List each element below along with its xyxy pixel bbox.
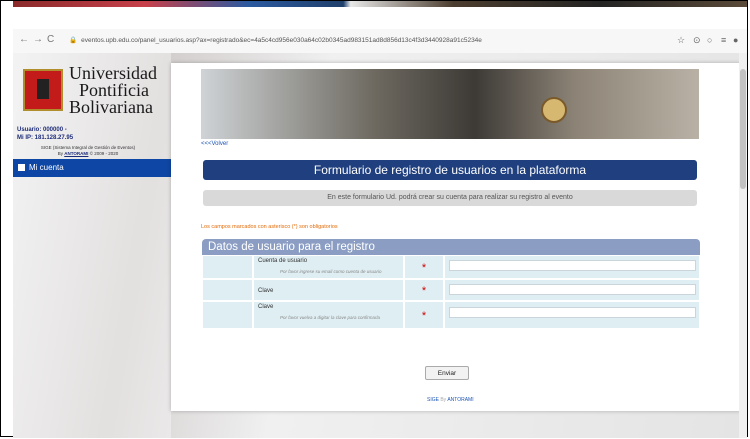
browser-window: ← → C 🔒 eventos.upb.edu.co/panel_usuarios… xyxy=(13,29,747,438)
crest-icon xyxy=(23,69,63,111)
main-content-card: <<<Volver Formulario de registro de usua… xyxy=(171,63,741,411)
field-hint: Por favor ingrese su email como cuenta d… xyxy=(280,269,382,274)
footer-credit: SIGE By ANTORAMI xyxy=(427,397,474,403)
sige-credit: SIGE (Sistema Integral de Gestión de Eve… xyxy=(13,145,163,157)
required-asterisk: * xyxy=(404,301,444,329)
required-asterisk: * xyxy=(404,279,444,301)
background-photo-strip xyxy=(13,1,747,7)
row-spacer xyxy=(202,279,253,301)
field-input-cell xyxy=(444,279,700,301)
hero-image xyxy=(201,69,699,139)
left-sidebar: Universidad Pontificia Bolivariana Usuar… xyxy=(13,53,171,438)
watch-icon xyxy=(541,97,567,123)
menu-item-mi-cuenta[interactable]: Mi cuenta xyxy=(13,159,171,177)
profile-avatar-icon[interactable]: ● xyxy=(733,35,738,45)
arrow-left-icon[interactable]: ← xyxy=(19,34,29,45)
field-label-cell: Clave xyxy=(253,279,404,301)
form-title: Formulario de registro de usuarios en la… xyxy=(203,160,697,180)
url-text: eventos.upb.edu.co/panel_usuarios.asp?ax… xyxy=(81,37,482,44)
field-input-cell xyxy=(444,255,700,279)
footer-by: By xyxy=(440,397,447,403)
university-logo[interactable]: Universidad Pontificia Bolivariana xyxy=(23,63,171,121)
field-label: Clave xyxy=(258,288,274,294)
user-info: Usuario: 000000 - Mi IP: 181.128.27.95 xyxy=(17,126,73,142)
extensions-menu-icon[interactable]: ≡ xyxy=(721,35,726,45)
field-label-cell: Clave Por favor vuelva a digitar la clav… xyxy=(253,301,404,329)
page-scrollbar[interactable] xyxy=(739,53,747,438)
cuenta-usuario-input[interactable] xyxy=(449,260,696,271)
sige-author-link[interactable]: ANTORAMI xyxy=(64,151,88,156)
row-spacer xyxy=(202,255,253,279)
field-label: Cuenta de usuario xyxy=(258,258,308,264)
footer-sige-link[interactable]: SIGE xyxy=(427,397,439,403)
form-row-cuenta: Cuenta de usuario Por favor ingrese su e… xyxy=(202,255,700,279)
sige-by: By xyxy=(57,151,63,156)
clave-input[interactable] xyxy=(449,284,696,295)
enviar-button[interactable]: Enviar xyxy=(425,366,469,380)
form-info: En este formulario Ud. podrá crear su cu… xyxy=(203,190,697,206)
logo-text: Universidad Pontificia Bolivariana xyxy=(69,64,157,117)
required-note: Los campos marcados con asterisco (*) so… xyxy=(201,224,338,230)
browser-toolbar: ← → C 🔒 eventos.upb.edu.co/panel_usuarios… xyxy=(13,29,747,54)
field-input-cell xyxy=(444,301,700,329)
menu-item-label: Mi cuenta xyxy=(29,163,64,172)
row-spacer xyxy=(202,301,253,329)
required-asterisk: * xyxy=(404,255,444,279)
web-page: Universidad Pontificia Bolivariana Usuar… xyxy=(13,53,747,438)
star-icon[interactable]: ☆ xyxy=(677,35,685,46)
screenshot-frame: ← → C 🔒 eventos.upb.edu.co/panel_usuarios… xyxy=(0,0,748,438)
back-link[interactable]: <<<Volver xyxy=(201,141,228,147)
extension-icon[interactable]: ⊙ xyxy=(693,35,701,46)
arrow-right-icon[interactable]: → xyxy=(33,34,43,45)
section-header: Datos de usuario para el registro xyxy=(202,239,700,255)
field-label-cell: Cuenta de usuario Por favor ingrese su e… xyxy=(253,255,404,279)
field-label: Clave xyxy=(258,304,274,310)
lock-icon: 🔒 xyxy=(69,37,78,44)
confirmar-clave-input[interactable] xyxy=(449,307,696,318)
scrollbar-thumb[interactable] xyxy=(740,69,746,189)
reload-icon[interactable]: C xyxy=(47,34,54,45)
form-row-confirmar-clave: Clave Por favor vuelva a digitar la clav… xyxy=(202,301,700,329)
address-bar[interactable]: 🔒 eventos.upb.edu.co/panel_usuarios.asp?a… xyxy=(69,34,629,48)
user-icon xyxy=(18,164,25,171)
form-row-clave: Clave * xyxy=(202,279,700,301)
user-ip: Mi IP: 181.128.27.95 xyxy=(17,135,74,141)
footer-author-link[interactable]: ANTORAMI xyxy=(447,397,473,403)
user-id: Usuario: 000000 - xyxy=(17,127,67,133)
field-hint: Por favor vuelva a digitar la clave para… xyxy=(280,315,381,320)
extension-icon[interactable]: ○ xyxy=(707,35,712,45)
logo-line: Bolivariana xyxy=(69,97,153,117)
sige-years: © 2009 - 2020 xyxy=(89,151,119,156)
